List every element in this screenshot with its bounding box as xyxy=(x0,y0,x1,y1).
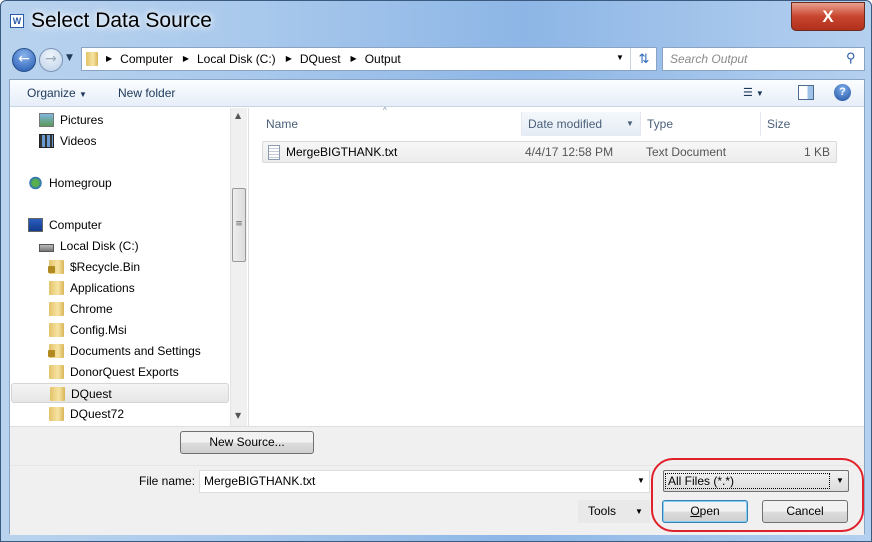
preview-pane-icon[interactable] xyxy=(798,85,814,100)
word-icon: W xyxy=(10,14,24,28)
folder-icon xyxy=(86,52,98,66)
column-header-type[interactable]: Type xyxy=(641,112,761,136)
folder-icon xyxy=(49,281,64,295)
computer-icon xyxy=(28,218,43,232)
file-date: 4/4/17 12:58 PM xyxy=(525,145,614,159)
back-button[interactable]: ← xyxy=(12,48,36,72)
drive-icon xyxy=(39,244,54,252)
file-name-input[interactable]: MergeBIGTHANK.txt ▼ xyxy=(199,470,650,493)
folder-icon xyxy=(49,323,64,337)
file-type: Text Document xyxy=(646,145,727,159)
scroll-up-arrow[interactable]: ▲ xyxy=(235,111,241,120)
breadcrumb-local-disk[interactable]: Local Disk (C:) xyxy=(197,52,276,66)
folder-icon xyxy=(50,387,65,401)
dialog-title: Select Data Source xyxy=(31,9,212,32)
lock-icon xyxy=(48,350,55,357)
locked-folder-icon xyxy=(48,344,64,358)
forward-button[interactable]: → xyxy=(39,48,63,72)
breadcrumb-separator: ▶ xyxy=(182,54,189,63)
bottom-panel: New Source... File name: MergeBIGTHANK.t… xyxy=(10,426,864,535)
column-filter-icon[interactable]: ▼ xyxy=(626,112,634,136)
breadcrumb-separator: ▶ xyxy=(106,54,113,63)
address-bar[interactable]: ▶ Computer ▶ Local Disk (C:) ▶ DQuest ▶ … xyxy=(81,47,657,71)
refresh-button[interactable]: ⇅ xyxy=(630,48,657,70)
column-header-size[interactable]: Size xyxy=(761,112,841,136)
recent-pages-dropdown[interactable]: ▼ xyxy=(66,53,73,63)
file-name-label: File name: xyxy=(139,474,196,488)
tools-dropdown-icon: ▼ xyxy=(635,507,643,516)
toolbar: Organize ▼ New folder ☰ ▼ ? xyxy=(10,80,864,107)
scroll-thumb[interactable]: ≡ xyxy=(232,188,246,262)
file-name: MergeBIGTHANK.txt xyxy=(286,145,398,159)
vertical-divider xyxy=(248,108,249,426)
column-header-name[interactable]: Name xyxy=(260,112,522,136)
dialog-client: Organize ▼ New folder ☰ ▼ ? Pictures Vid… xyxy=(9,79,865,535)
text-file-icon xyxy=(268,145,280,160)
tools-label: Tools xyxy=(588,504,617,518)
view-options-icon[interactable]: ☰ ▼ xyxy=(743,86,764,99)
column-header-date[interactable]: Date modified ▼ xyxy=(521,112,641,136)
breadcrumb-separator: ▶ xyxy=(285,54,292,63)
file-row[interactable]: MergeBIGTHANK.txt 4/4/17 12:58 PM Text D… xyxy=(262,141,837,163)
file-size: 1 KB xyxy=(803,145,830,159)
pictures-icon xyxy=(39,113,54,127)
new-source-button[interactable]: New Source... xyxy=(180,431,314,454)
address-dropdown-icon[interactable]: ▼ xyxy=(616,53,624,62)
breadcrumb-separator: ▶ xyxy=(350,54,357,63)
highlight-ring xyxy=(651,458,864,532)
breadcrumb-dquest[interactable]: DQuest xyxy=(300,52,341,66)
tools-button[interactable]: Tools ▼ xyxy=(578,500,650,523)
organize-button[interactable]: Organize ▼ xyxy=(27,86,87,100)
search-placeholder: Search Output xyxy=(670,52,748,66)
dialog-window: W Select Data Source X ← → ▼ ▶ Computer … xyxy=(0,0,872,542)
folder-icon xyxy=(49,365,64,379)
homegroup-icon xyxy=(28,176,43,190)
folder-icon xyxy=(49,302,64,316)
new-folder-button[interactable]: New folder xyxy=(118,86,175,100)
file-list: ^ Name Date modified ▼ Type Size MergeBIG… xyxy=(248,106,864,426)
help-icon[interactable]: ? xyxy=(834,84,851,101)
navigation-tree: Pictures Videos Homegroup Computer Local… xyxy=(10,108,230,426)
file-name-dropdown-icon[interactable]: ▼ xyxy=(637,476,645,485)
lock-icon xyxy=(48,266,55,273)
videos-icon xyxy=(39,134,54,148)
breadcrumb-computer[interactable]: Computer xyxy=(120,52,173,66)
folder-icon xyxy=(49,407,64,421)
locked-folder-icon xyxy=(48,260,64,274)
breadcrumb-output[interactable]: Output xyxy=(365,52,401,66)
search-icon[interactable]: ⚲ xyxy=(846,50,856,66)
tree-item-folder[interactable]: DQuest xyxy=(11,383,229,403)
scroll-down-arrow[interactable]: ▼ xyxy=(235,411,241,420)
tree-scrollbar[interactable]: ▲ ≡ ▼ xyxy=(230,108,247,426)
close-button[interactable]: X xyxy=(791,2,865,31)
search-input[interactable]: Search Output ⚲ xyxy=(662,47,865,71)
